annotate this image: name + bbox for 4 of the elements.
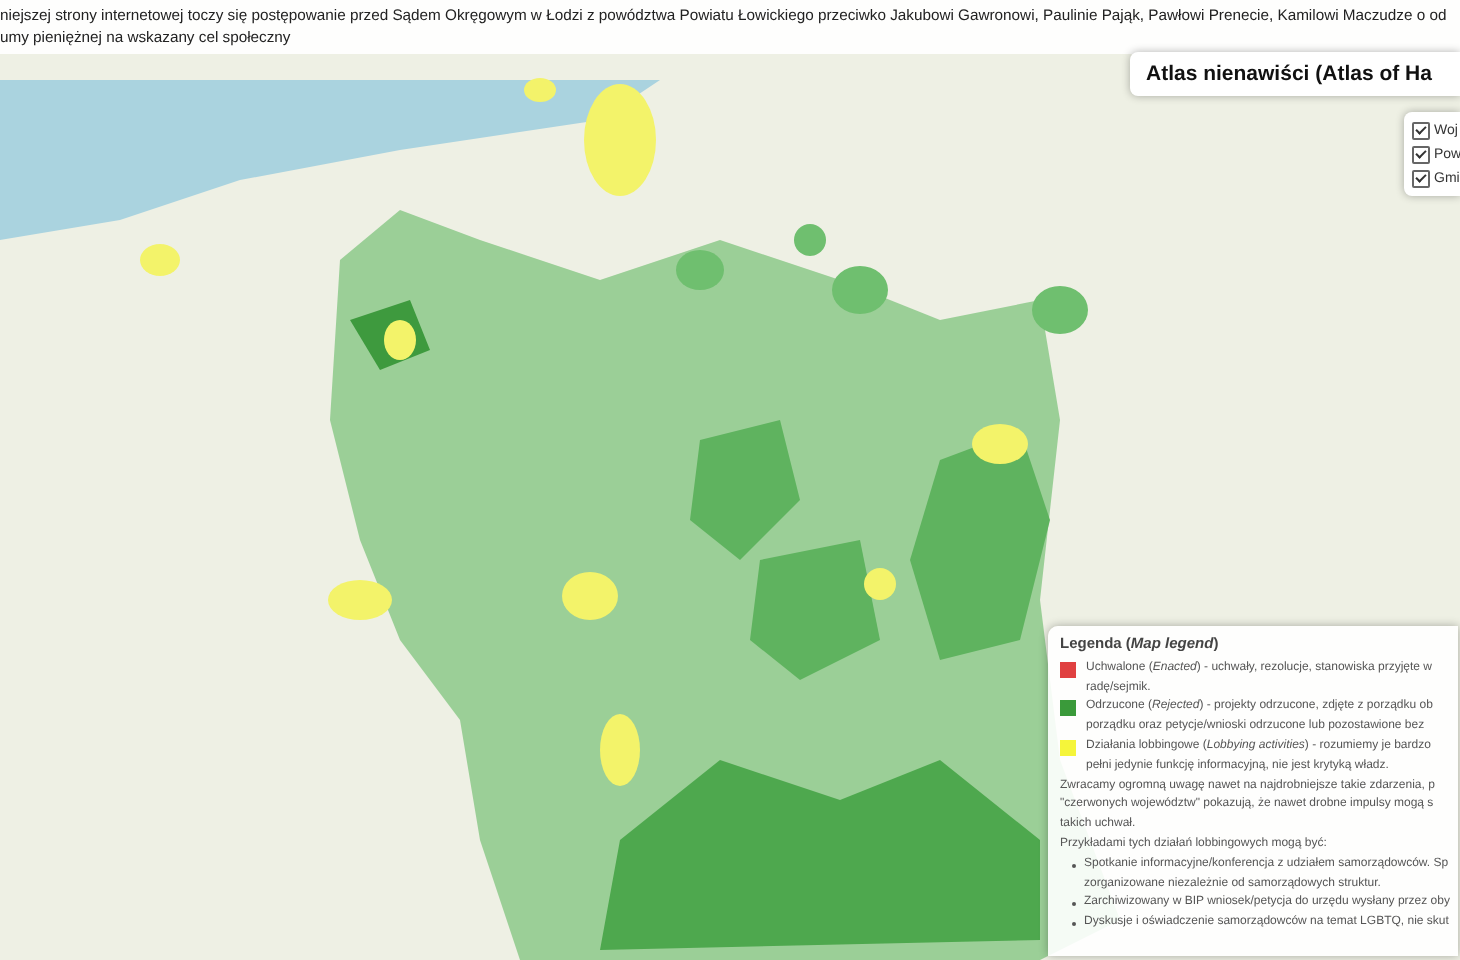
map-title: Atlas nienawiści (Atlas of Ha [1130,52,1460,96]
layer-checkbox[interactable] [1412,121,1430,139]
layer-checkbox[interactable] [1412,169,1430,187]
layer-checkbox[interactable] [1412,145,1430,163]
